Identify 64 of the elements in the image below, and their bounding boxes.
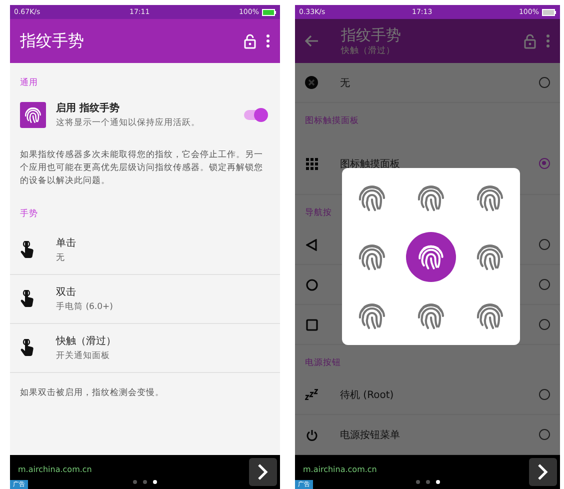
back-arrow-icon[interactable] — [305, 35, 319, 47]
gesture-title: 双击 — [56, 286, 77, 299]
page-dot[interactable] — [153, 480, 157, 484]
next-button[interactable] — [249, 458, 277, 486]
radio-button[interactable] — [539, 279, 550, 290]
radio-button[interactable] — [539, 389, 550, 400]
chevron-right-icon — [257, 463, 269, 481]
more-icon[interactable] — [266, 34, 270, 48]
section-note: 如果双击被启用，指纹检测会变慢。 — [19, 386, 165, 400]
option-row[interactable]: 无 — [295, 63, 560, 103]
gesture-row[interactable]: 快触（滑过） 开关通知面板 — [10, 324, 280, 373]
section-note: 如果指纹传感器多次未能取得您的指纹，它会停止工作。另一个应用也可能在更高优先层级访问指纹传感器。锁定再解锁您的设备以解决此问题。 — [19, 148, 264, 188]
hand-icon — [20, 241, 34, 259]
battery-icon — [542, 8, 556, 16]
section-header: 手势 — [19, 208, 39, 221]
sleep-icon — [305, 389, 318, 400]
option-label: 电源按钮菜单 — [340, 430, 400, 440]
radio-button[interactable] — [539, 158, 550, 169]
power-icon — [306, 428, 318, 440]
radio-button[interactable] — [539, 77, 550, 88]
page-dot[interactable] — [436, 480, 440, 484]
gesture-row[interactable]: 单击 无 — [10, 226, 280, 275]
page-dot[interactable] — [143, 480, 147, 484]
circle-icon — [306, 278, 318, 290]
screen-title: 指纹手势 — [341, 26, 402, 44]
ad-url[interactable]: m.airchina.com.cn — [303, 465, 377, 474]
radio-button[interactable] — [539, 239, 550, 250]
radio-button[interactable] — [539, 429, 550, 440]
setting-row[interactable]: 启用 指纹手势 这将显示一个通知以保持应用活跃。 — [10, 95, 280, 135]
gesture-action: 开关通知面板 — [56, 350, 111, 362]
screen-title: 指纹手势 — [20, 30, 85, 52]
option-label: 无 — [340, 78, 350, 88]
option-label: 待机 (Root) — [340, 390, 394, 400]
screen-subtitle: 快触（滑过） — [341, 44, 396, 56]
setting-title: 启用 指纹手势 — [56, 101, 120, 115]
close-icon — [305, 76, 318, 89]
lock-icon[interactable] — [244, 34, 256, 48]
page-dot[interactable] — [416, 480, 420, 484]
hand-icon — [20, 339, 34, 357]
gesture-action: 无 — [56, 252, 66, 264]
battery-icon — [262, 8, 276, 16]
page-dot[interactable] — [133, 480, 137, 484]
chevron-right-icon — [537, 463, 549, 481]
radio-button[interactable] — [539, 319, 550, 330]
hand-icon — [20, 290, 34, 308]
more-icon[interactable] — [546, 34, 550, 48]
gesture-action: 手电筒 (6.0+) — [56, 301, 114, 313]
gesture-title: 快触（滑过） — [56, 334, 117, 348]
page-dot[interactable] — [426, 480, 430, 484]
gesture-row[interactable]: 双击 手电筒 (6.0+) — [10, 275, 280, 324]
section-header: 图标触摸面板 — [305, 115, 359, 127]
square-icon — [306, 318, 318, 330]
section-header: 电源按钮 — [305, 357, 341, 369]
ad-url[interactable]: m.airchina.com.cn — [18, 465, 92, 474]
option-row[interactable]: 待机 (Root) — [295, 375, 560, 415]
back-triangle-icon — [306, 238, 317, 250]
section-header: 导航按 — [305, 207, 332, 219]
lock-icon[interactable] — [524, 34, 536, 48]
setting-description: 这将显示一个通知以保持应用活跃。 — [56, 117, 201, 129]
option-label: 图标触摸面板 — [340, 158, 400, 170]
grid-icon — [306, 158, 318, 170]
section-header: 通用 — [19, 77, 39, 90]
next-button[interactable] — [529, 458, 557, 486]
gesture-title: 单击 — [56, 236, 77, 250]
